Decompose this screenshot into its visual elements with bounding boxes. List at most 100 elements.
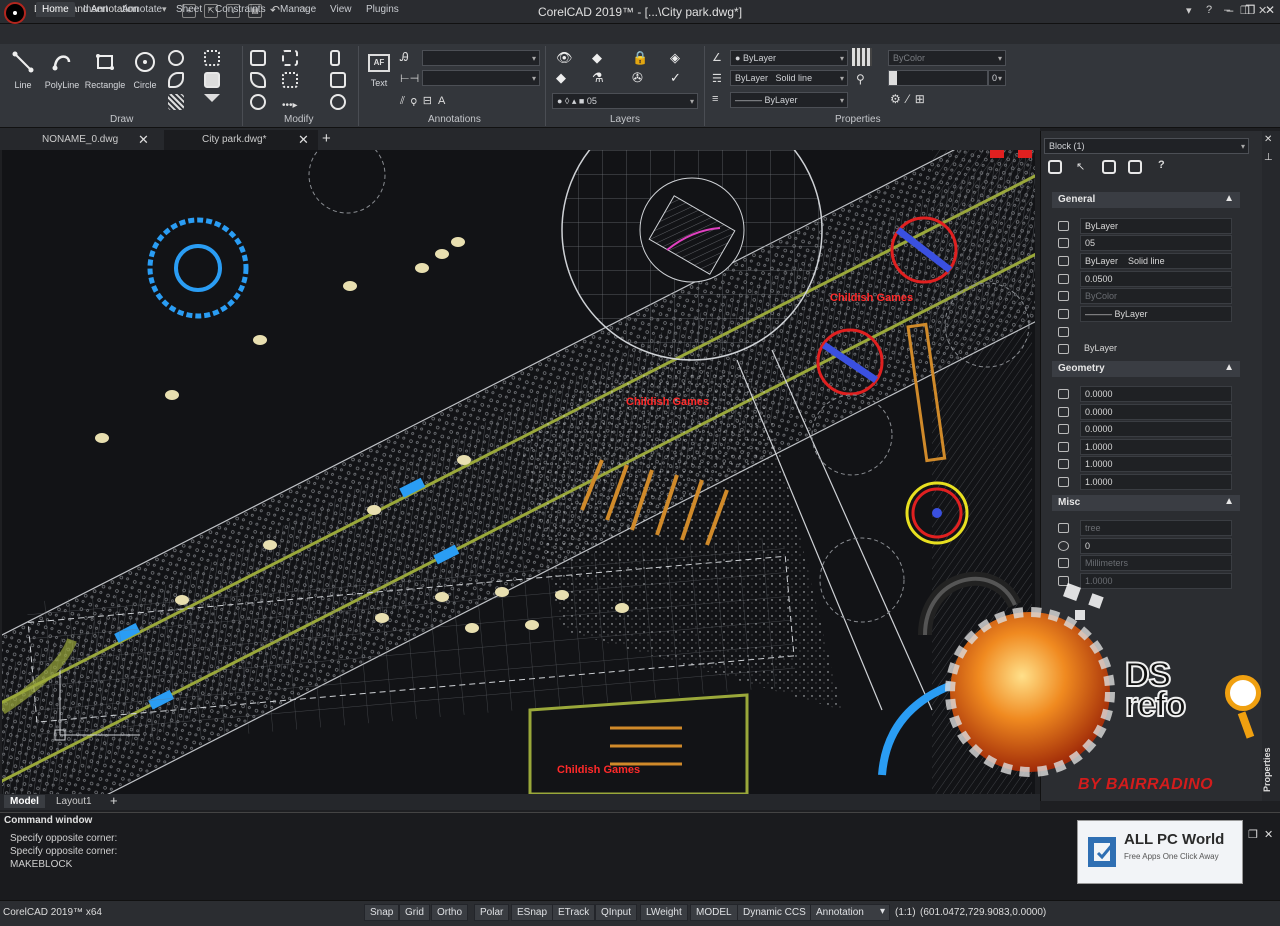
edit-block-icon[interactable] <box>1128 160 1142 174</box>
annotation-small-tools[interactable]: ⫽⚲⊟A <box>400 94 451 108</box>
close-icon[interactable]: ✕ <box>138 132 149 148</box>
tab-annotate[interactable]: Annotate <box>122 4 162 15</box>
command-window-close-icon[interactable]: ✕ <box>1264 828 1273 841</box>
doc-tab-city-park[interactable]: City park.dwg* ✕ <box>164 130 318 150</box>
trim-icon[interactable]: •••▸ <box>282 100 298 111</box>
layer-isolate-icon[interactable]: ✓ <box>670 70 681 86</box>
move-icon[interactable] <box>250 50 266 66</box>
color-combo[interactable]: ● ByLayer <box>730 50 848 66</box>
rotate-icon[interactable] <box>250 72 266 88</box>
property-row-scale-y[interactable]: 1.0000 <box>1052 456 1240 473</box>
help-icon[interactable]: ? <box>1206 4 1212 16</box>
property-row-name[interactable]: tree <box>1052 520 1240 537</box>
doc-restore-button[interactable]: ❐ <box>1240 4 1250 17</box>
transparency-value[interactable]: 0 <box>988 70 1006 86</box>
offset-icon[interactable] <box>250 94 266 110</box>
properties-small-tools[interactable]: ⚙⁄⊞ <box>890 92 931 106</box>
layer-previous-icon[interactable]: ✇ <box>632 70 643 86</box>
qinput-toggle[interactable]: QInput <box>595 904 638 921</box>
region-icon[interactable] <box>204 72 220 88</box>
mirror-icon[interactable] <box>282 72 298 88</box>
property-row-rotation[interactable]: 0 <box>1052 538 1240 555</box>
dimension-style-icon[interactable]: ⊢⊣ <box>400 72 419 85</box>
transparency-icon[interactable] <box>852 48 872 66</box>
bycolor-combo[interactable]: ByColor <box>888 50 1006 66</box>
circle-tool[interactable]: Circle <box>130 50 160 90</box>
property-row-linetype[interactable]: ByLayer Solid line <box>1052 253 1240 270</box>
grid-toggle[interactable]: Grid <box>399 904 430 921</box>
tab-manage[interactable]: Manage <box>280 4 316 15</box>
text-style-combo[interactable] <box>422 50 540 66</box>
property-row-color[interactable]: ByLayer <box>1052 218 1240 235</box>
hatch-icon[interactable] <box>168 94 184 110</box>
layer-lock-icon[interactable]: 🔒 <box>632 50 648 66</box>
ribbon-collapse-icon[interactable]: ▾ <box>1186 4 1192 17</box>
misc-section-header[interactable]: Misc ▲ <box>1052 495 1240 511</box>
tab-constraints[interactable]: Constraints <box>215 4 266 15</box>
add-layout-icon[interactable]: + <box>110 793 118 808</box>
layer-match-icon[interactable]: ⚗ <box>592 70 604 86</box>
property-row-position-z[interactable]: 0.0000 <box>1052 421 1240 438</box>
slider-handle[interactable] <box>889 71 897 85</box>
help-icon[interactable]: ? <box>1158 159 1165 171</box>
scale-icon[interactable] <box>330 72 346 88</box>
doc-tab-noname[interactable]: NONAME_0.dwg ✕ <box>4 130 158 150</box>
rectangle-tool[interactable]: Rectangle <box>84 50 126 90</box>
property-row-position-y[interactable]: 0.0000 <box>1052 404 1240 421</box>
etrack-toggle[interactable]: ETrack <box>552 904 596 921</box>
wipeout-icon[interactable] <box>204 94 220 102</box>
stretch-icon[interactable] <box>330 50 340 66</box>
layer-manager-icon[interactable]: ◈ <box>670 50 680 66</box>
layer-freeze-icon[interactable]: ◆ <box>592 50 602 66</box>
property-row-plot-style[interactable]: ByColor <box>1052 288 1240 305</box>
ortho-toggle[interactable]: Ortho <box>431 904 469 921</box>
doc-minimize-button[interactable]: – <box>1224 4 1230 16</box>
polar-toggle[interactable]: Polar <box>474 904 510 921</box>
selection-filter-dropdown[interactable]: Block (1) <box>1044 138 1249 154</box>
tab-home[interactable]: Home <box>36 2 75 17</box>
spline-icon[interactable] <box>168 72 184 88</box>
tab-insert[interactable]: Insert <box>83 4 108 15</box>
property-row-hyperlink[interactable] <box>1052 324 1240 341</box>
text-tool[interactable]: AF Text <box>366 54 392 88</box>
pin-icon[interactable]: ⊥ <box>1264 152 1273 163</box>
property-row-transparency[interactable]: ByLayer <box>1052 341 1240 358</box>
arc-icon[interactable] <box>168 50 184 66</box>
tab-sheet[interactable]: Sheet <box>176 4 202 15</box>
model-toggle[interactable]: MODEL <box>690 904 738 921</box>
geometry-section-header[interactable]: Geometry ▲ <box>1052 361 1240 377</box>
dimension-style-combo[interactable] <box>422 70 540 86</box>
new-tab-icon[interactable]: + <box>322 130 331 147</box>
lineweight-combo[interactable]: ——— ByLayer <box>730 92 848 108</box>
tab-plugins[interactable]: Plugins <box>366 4 399 15</box>
property-row-lineweight[interactable]: ——— ByLayer <box>1052 306 1240 323</box>
linetype-combo[interactable]: ByLayer Solid line <box>730 70 848 86</box>
lweight-toggle[interactable]: LWeight <box>640 904 688 921</box>
line-tool[interactable]: Line <box>8 50 38 90</box>
snap-toggle[interactable]: Snap <box>364 904 400 921</box>
annotation-scale-dropdown[interactable]: Annotation ▾ <box>810 904 890 921</box>
tab-view[interactable]: View <box>330 4 352 15</box>
doc-close-button[interactable]: ✕ <box>1258 4 1267 17</box>
explode-icon[interactable] <box>330 94 346 110</box>
layer-combo[interactable]: ● ◊ ▴ ■ 05 <box>552 93 698 109</box>
properties-side-tab[interactable]: Properties <box>1262 745 1280 795</box>
general-section-header[interactable]: General ▲ <box>1052 192 1240 208</box>
tab-model[interactable]: Model <box>4 795 45 808</box>
property-row-scale-z[interactable]: 1.0000 <box>1052 474 1240 491</box>
property-row-position-x[interactable]: 0.0000 <box>1052 386 1240 403</box>
command-window-restore-icon[interactable]: ❐ <box>1248 828 1258 841</box>
tab-layout1[interactable]: Layout1 <box>56 796 92 807</box>
esnap-toggle[interactable]: ESnap <box>511 904 554 921</box>
close-icon[interactable]: ✕ <box>298 132 309 148</box>
text-style-icon[interactable]: Ꭿ <box>400 50 409 65</box>
select-objects-icon[interactable]: ↖ <box>1076 160 1085 173</box>
layer-visibility-icon[interactable]: 👁 <box>556 50 573 66</box>
property-row-linetype-scale[interactable]: 0.0500 <box>1052 271 1240 288</box>
match-properties-icon[interactable]: ⚲ <box>856 72 865 86</box>
toggle-pickadd-icon[interactable] <box>1102 160 1116 174</box>
panel-close-icon[interactable]: ✕ <box>1264 134 1272 145</box>
polyline-tool[interactable]: PolyLine <box>42 50 82 90</box>
transparency-slider[interactable] <box>888 70 988 86</box>
layer-state-icon[interactable]: ◆ <box>556 70 566 86</box>
